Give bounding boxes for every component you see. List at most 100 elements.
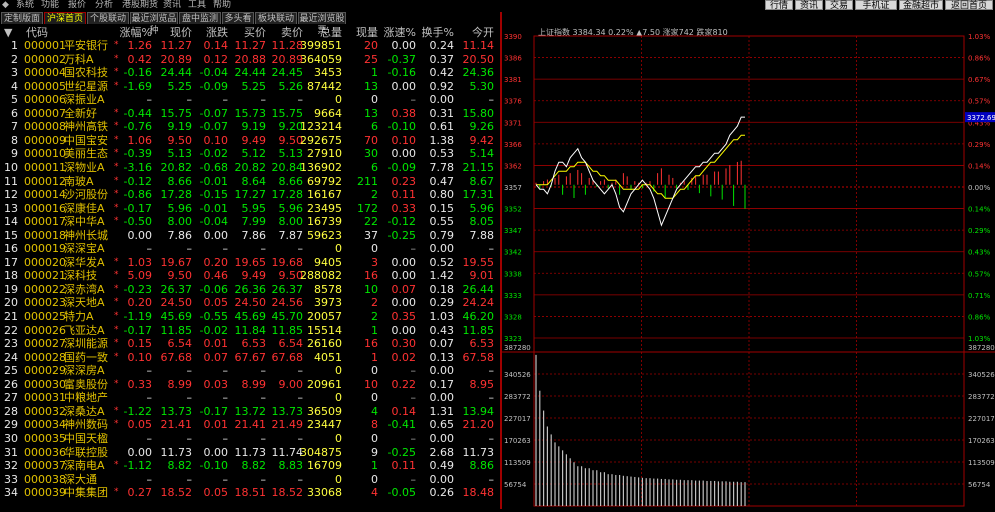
table-row[interactable]: 22 000026 飞亚达A -0.17 11.85 -0.02 11.84 11.85 155… <box>0 324 500 338</box>
row-code: 000029 <box>24 364 66 378</box>
table-row[interactable]: 15 000018 神州长城 0.00 7.86 0.00 7.86 7.87 59623 37-… <box>0 229 500 243</box>
table-row[interactable]: 19 000022 深赤湾A -0.23 26.37 -0.06 26.36 26.37 857… <box>0 283 500 297</box>
row-price: 9.50 <box>167 269 193 283</box>
menu-item-system[interactable]: 系统 <box>16 0 34 11</box>
row-current-vol: 1 <box>371 323 378 337</box>
col-price[interactable]: 现价 <box>148 26 192 39</box>
tab-stock-linkage[interactable]: 个股联动 <box>87 12 129 24</box>
table-row[interactable]: 3 000004 国农科技 -0.16 24.44 -0.04 24.44 24.45 3453… <box>0 66 500 80</box>
table-row[interactable]: 11 000012 南玻A -0.12 8.66 -0.01 8.64 8.66 69792 21… <box>0 175 500 189</box>
sort-menu-icon[interactable]: ▼ <box>4 26 12 39</box>
table-row[interactable]: 34 000039 中集集团 0.27 18.52 0.05 18.51 18.52 33068… <box>0 486 500 500</box>
table-row[interactable]: 18 000021 深科技 5.09 9.50 0.46 9.49 9.50 288082 16 0… <box>0 269 500 283</box>
top-button-news[interactable]: 资讯 <box>795 0 823 11</box>
row-ask: 17.28 <box>271 188 304 202</box>
row-bid: 11.73 <box>234 445 267 459</box>
table-row[interactable]: 5 000006 深振业A – – – – –0 0–0.00– <box>0 93 500 107</box>
table-row[interactable]: 23 000027 深圳能源 0.15 6.54 0.01 6.53 6.54 26160 16 0… <box>0 337 500 351</box>
table-row[interactable]: 30 000035 中国天楹 – – – – –0 0–0.00– <box>0 432 500 446</box>
table-row[interactable]: 7 000008 神州高铁 -0.76 9.19 -0.07 9.19 9.20 123214 6… <box>0 120 500 134</box>
menu-item-tools[interactable]: 工具 <box>188 0 206 11</box>
table-row[interactable]: 29 000034 神州数码 0.05 21.41 0.01 21.41 21.49 23447… <box>0 418 500 432</box>
row-bid: 7.86 <box>241 228 267 242</box>
row-current-vol: 16 <box>364 337 378 351</box>
table-row[interactable]: 9 000010 美丽生态 -0.39 5.13 -0.02 5.12 5.13 27910 30… <box>0 147 500 161</box>
row-pct: – <box>146 364 153 378</box>
table-row[interactable]: 16 000019 深深宝A – – – – –0 0–0.00– <box>0 242 500 256</box>
row-open: 11.14 <box>462 39 495 52</box>
col-code[interactable]: 代码 <box>26 26 48 39</box>
col-change[interactable]: 涨跌 <box>190 26 228 39</box>
tab-recent-varieties[interactable]: 最近浏览品种 <box>130 12 178 36</box>
chart-frame <box>533 35 965 507</box>
row-turnover: 0.37 <box>429 52 455 66</box>
top-button-mobile[interactable]: 手机证券 <box>855 0 897 21</box>
row-bid: 45.69 <box>234 310 267 323</box>
row-ask: – <box>297 472 304 486</box>
row-index: 3 <box>11 66 18 80</box>
top-button-trade[interactable]: 交易 <box>825 0 853 11</box>
col-bid[interactable]: 买价 <box>228 26 266 39</box>
table-row[interactable]: 1 000001 平安银行 1.26 11.27 0.14 11.27 11.28 399851… <box>0 39 500 53</box>
table-row[interactable]: 32 000037 深南电A -1.12 8.82 -0.10 8.82 8.83 16709 1… <box>0 459 500 473</box>
table-row[interactable]: 10 000011 深物业A -3.16 20.82 -0.68 20.82 20.84 136… <box>0 161 500 175</box>
table-row[interactable]: 4 000005 世纪星源 -1.69 5.25 -0.09 5.25 5.26 87442 13… <box>0 80 500 94</box>
tab-intraday-monitor[interactable]: 盘中监测 <box>179 12 221 24</box>
top-button-home[interactable]: 返回首页 <box>945 0 993 11</box>
table-row[interactable]: 31 000036 华联控股 0.00 11.73 0.00 11.73 11.74 30487… <box>0 446 500 460</box>
tab-recent-stocks[interactable]: 最近浏览股票 <box>298 12 346 36</box>
row-name: 深桑达A <box>64 404 105 418</box>
table-row[interactable]: 20 000023 深天地A 0.20 24.50 0.05 24.50 24.56 3973 2… <box>0 296 500 310</box>
row-turnover: 0.00 <box>429 364 455 378</box>
col-volume[interactable]: 总量 <box>300 26 342 39</box>
menu-item-hk-futures[interactable]: 港股期货 <box>122 0 158 11</box>
table-row[interactable]: 13 000016 深康佳A -0.17 5.96 -0.01 5.95 5.96 23495 1… <box>0 202 500 216</box>
table-row[interactable]: 27 000031 中粮地产 – – – – –0 0–0.00– <box>0 391 500 405</box>
table-row[interactable]: 17 000020 深华发A 1.03 19.67 0.20 19.65 19.68 9405 3… <box>0 256 500 270</box>
table-row[interactable]: 8 000009 中国宝安 1.06 9.50 0.10 9.49 9.50 292675 70 0… <box>0 134 500 148</box>
row-current-vol: 0 <box>371 364 378 378</box>
table-row[interactable]: 6 000007 全新好 -0.44 15.75 -0.07 15.73 15.75 9664 1… <box>0 107 500 121</box>
row-bid: – <box>260 391 267 405</box>
col-open[interactable]: 今开 <box>456 26 494 39</box>
col-ask[interactable]: 卖价 <box>265 26 303 39</box>
tab-custom-layout[interactable]: 定制版面 <box>1 12 43 24</box>
menu-item-analysis[interactable]: 分析 <box>95 0 113 11</box>
menu-item-help[interactable]: 帮助 <box>213 0 231 11</box>
menu-item-quote[interactable]: 报价 <box>68 0 86 11</box>
intraday-chart[interactable]: 上证指数 3384.34 0.22% ▲7.50 涨家742 跌家8103390… <box>502 26 995 509</box>
top-button-finance-market[interactable]: 金融超市 <box>899 0 943 11</box>
table-row[interactable]: 25 000029 深深房A – – – – –0 0–0.00– <box>0 364 500 378</box>
top-button-market[interactable]: 行情 <box>765 0 793 11</box>
menu-item-news[interactable]: 资讯 <box>163 0 181 11</box>
menu-item-function[interactable]: 功能 <box>41 0 59 11</box>
table-row[interactable]: 12 000014 沙河股份 -0.86 17.28 -0.15 17.27 17.28 161… <box>0 188 500 202</box>
tab-bulls[interactable]: 多头看 <box>222 12 254 24</box>
flag-marker-icon: * <box>114 378 119 389</box>
row-name: 深华发A <box>64 255 105 269</box>
table-row[interactable]: 33 000038 深大通 – – – – –0 0–0.00– <box>0 473 500 487</box>
row-price: 5.96 <box>167 201 193 215</box>
flag-marker-icon: * <box>114 256 119 267</box>
table-row[interactable]: 26 000030 富奥股份 0.33 8.99 0.03 8.99 9.00 20961 10 0… <box>0 378 500 392</box>
table-row[interactable]: 2 000002 万科A 0.42 20.89 0.12 20.88 20.89 364059 2… <box>0 53 500 67</box>
pct-tick-label: 0.00% <box>968 184 991 192</box>
col-pct[interactable]: 涨幅% <box>112 26 152 39</box>
table-row[interactable]: 28 000032 深桑达A -1.22 13.73 -0.17 13.72 13.73 365… <box>0 405 500 419</box>
table-row[interactable]: 24 000028 国药一致 0.10 67.68 0.07 67.67 67.68 4051 1… <box>0 351 500 365</box>
volume-tick-label: 56754 <box>504 481 527 489</box>
pct-tick-label: 0.57% <box>968 98 991 106</box>
tab-sh-sz-home[interactable]: 沪深首页 <box>44 12 86 24</box>
row-current-vol: 1 <box>371 66 378 80</box>
col-speed[interactable]: 涨速% <box>380 26 416 39</box>
row-current-vol: 22 <box>364 215 378 229</box>
col-current-vol[interactable]: 现量 <box>348 26 378 39</box>
col-turnover[interactable]: 换手% <box>418 26 454 39</box>
row-open: 24.36 <box>462 66 495 80</box>
table-row[interactable]: 21 000025 特力A -1.19 45.69 -0.55 45.69 45.70 2005… <box>0 310 500 324</box>
table-row[interactable]: 14 000017 深中华A -0.50 8.00 -0.04 7.99 8.00 16739 2… <box>0 215 500 229</box>
row-bid: 20.88 <box>234 52 267 66</box>
tab-sector-linkage[interactable]: 板块联动 <box>255 12 297 24</box>
row-change: -0.01 <box>199 201 228 215</box>
average-price-line <box>536 134 745 199</box>
